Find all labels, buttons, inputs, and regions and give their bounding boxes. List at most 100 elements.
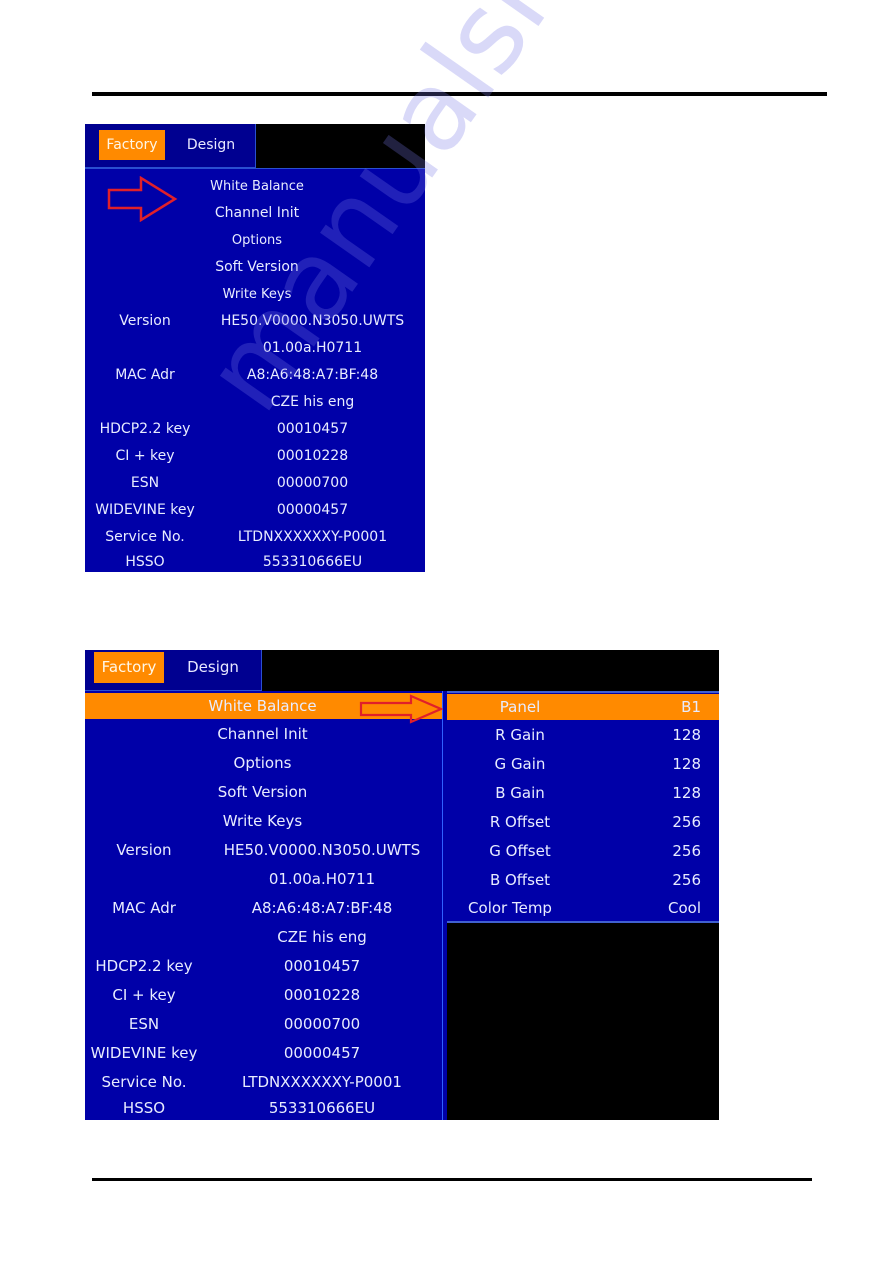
red-arrow-icon bbox=[359, 694, 443, 724]
info-value: 00000457 bbox=[276, 502, 349, 518]
info-label: CI + key bbox=[115, 448, 175, 464]
menu-item-options[interactable]: Options bbox=[85, 227, 425, 254]
info-value: 00010457 bbox=[283, 957, 361, 975]
info-value: HE50.V0000.N3050.UWTS bbox=[223, 841, 421, 859]
submenu-value: B1 bbox=[681, 698, 701, 716]
info-value: HE50.V0000.N3050.UWTS bbox=[220, 313, 405, 329]
info-row-version: Version HE50.V0000.N3050.UWTS bbox=[85, 836, 442, 865]
info-label: HSSO bbox=[122, 1099, 166, 1117]
menu-item-label: White Balance bbox=[208, 697, 317, 715]
tab-bar: Factory Design bbox=[85, 650, 262, 691]
info-label: HSSO bbox=[125, 554, 165, 570]
submenu-label: R Gain bbox=[495, 726, 545, 744]
tab-bar: Factory Design bbox=[85, 124, 256, 168]
info-row-esn: ESN 00000700 bbox=[85, 1010, 442, 1039]
tab-design[interactable]: Design bbox=[173, 652, 253, 683]
menu-item-label: Channel Init bbox=[214, 205, 300, 221]
submenu-value: 256 bbox=[672, 842, 701, 860]
menu-item-write-keys[interactable]: Write Keys bbox=[85, 281, 425, 308]
menu-item-channel-init[interactable]: Channel Init bbox=[85, 720, 442, 749]
submenu-label: B Offset bbox=[489, 871, 551, 889]
menu-item-options[interactable]: Options bbox=[85, 749, 442, 778]
tab-factory[interactable]: Factory bbox=[94, 652, 164, 683]
menu-item-write-keys[interactable]: Write Keys bbox=[85, 807, 442, 836]
info-value: 00010457 bbox=[276, 421, 349, 437]
info-row-service-no: Service No. LTDNXXXXXXY-P0001 bbox=[85, 524, 425, 551]
submenu-label: G Offset bbox=[489, 842, 551, 860]
submenu-label: R Offset bbox=[489, 813, 551, 831]
submenu-item-r-offset[interactable]: R Offset 256 bbox=[447, 808, 719, 837]
info-row-widevine: WIDEVINE key 00000457 bbox=[85, 1039, 442, 1068]
info-value: CZE his eng bbox=[277, 928, 367, 946]
info-value: 00000700 bbox=[276, 475, 349, 491]
info-value: 00010228 bbox=[283, 986, 361, 1004]
menu-item-label: Soft Version bbox=[217, 783, 308, 801]
submenu-item-b-gain[interactable]: B Gain 128 bbox=[447, 779, 719, 808]
submenu-item-g-offset[interactable]: G Offset 256 bbox=[447, 837, 719, 866]
submenu-item-b-offset[interactable]: B Offset 256 bbox=[447, 866, 719, 895]
info-row-language: CZE his eng bbox=[85, 389, 425, 416]
submenu-label: B Gain bbox=[495, 784, 545, 802]
info-label: Version bbox=[116, 841, 172, 859]
info-row-widevine: WIDEVINE key 00000457 bbox=[85, 497, 425, 524]
tab-design[interactable]: Design bbox=[173, 130, 249, 160]
info-row-hdcp: HDCP2.2 key 00010457 bbox=[85, 416, 425, 443]
info-row-mac: MAC Adr A8:A6:48:A7:BF:48 bbox=[85, 894, 442, 923]
submenu-value: 128 bbox=[672, 784, 701, 802]
info-value: A8:A6:48:A7:BF:48 bbox=[251, 899, 393, 917]
info-row-version-cont: 01.00a.H0711 bbox=[85, 335, 425, 362]
header-rule bbox=[92, 92, 827, 96]
info-row-version-cont: 01.00a.H0711 bbox=[85, 865, 442, 894]
info-row-ci-key: CI + key 00010228 bbox=[85, 981, 442, 1010]
submenu-value: 128 bbox=[672, 726, 701, 744]
info-label: CI + key bbox=[112, 986, 176, 1004]
submenu-value: 256 bbox=[672, 871, 701, 889]
tab-factory[interactable]: Factory bbox=[99, 130, 165, 160]
info-row-hsso: HSSO 553310666EU bbox=[85, 551, 425, 573]
factory-menu-screenshot-2: Factory Design White Balance Channel Ini… bbox=[85, 650, 719, 1120]
info-label: HDCP2.2 key bbox=[95, 957, 193, 975]
factory-menu-list: White Balance Channel Init Options Soft … bbox=[85, 691, 442, 1120]
menu-item-label: White Balance bbox=[210, 179, 304, 194]
menu-item-soft-version[interactable]: Soft Version bbox=[85, 778, 442, 807]
info-label: Version bbox=[119, 313, 171, 329]
menu-item-label: Options bbox=[231, 233, 283, 248]
info-label: HDCP2.2 key bbox=[99, 421, 191, 437]
submenu-label: Panel bbox=[499, 698, 541, 716]
info-row-hdcp: HDCP2.2 key 00010457 bbox=[85, 952, 442, 981]
info-label: Service No. bbox=[105, 529, 185, 545]
info-value: CZE his eng bbox=[270, 394, 355, 410]
info-row-version: Version HE50.V0000.N3050.UWTS bbox=[85, 308, 425, 335]
white-balance-submenu: Panel B1 R Gain 128 G Gain 128 B Gain 128 R … bbox=[447, 691, 719, 923]
info-value: 00000457 bbox=[283, 1044, 361, 1062]
submenu-value: 128 bbox=[672, 755, 701, 773]
submenu-value: Cool bbox=[668, 899, 701, 917]
info-row-hsso: HSSO 553310666EU bbox=[85, 1097, 442, 1120]
info-label: WIDEVINE key bbox=[90, 1044, 198, 1062]
info-value: 01.00a.H0711 bbox=[268, 870, 376, 888]
submenu-value: 256 bbox=[672, 813, 701, 831]
menu-item-label: Write Keys bbox=[222, 287, 292, 302]
submenu-label: G Gain bbox=[494, 755, 546, 773]
menu-item-label: Soft Version bbox=[215, 259, 299, 275]
info-value: LTDNXXXXXXY-P0001 bbox=[242, 1073, 402, 1091]
info-value: 553310666EU bbox=[262, 554, 363, 570]
info-label: ESN bbox=[128, 1015, 160, 1033]
submenu-item-g-gain[interactable]: G Gain 128 bbox=[447, 750, 719, 779]
info-value: 553310666EU bbox=[268, 1099, 376, 1117]
info-row-esn: ESN 00000700 bbox=[85, 470, 425, 497]
submenu-item-r-gain[interactable]: R Gain 128 bbox=[447, 721, 719, 750]
submenu-item-color-temp[interactable]: Color Temp Cool bbox=[447, 895, 719, 921]
menu-item-label: Write Keys bbox=[222, 812, 303, 830]
info-label: MAC Adr bbox=[115, 367, 175, 383]
info-value: LTDNXXXXXXY-P0001 bbox=[237, 529, 388, 545]
submenu-item-panel[interactable]: Panel B1 bbox=[447, 694, 719, 720]
info-label: Service No. bbox=[101, 1073, 187, 1091]
factory-menu-list: White Balance Channel Init Options Soft … bbox=[85, 168, 425, 572]
info-value: 00010228 bbox=[276, 448, 349, 464]
info-row-service-no: Service No. LTDNXXXXXXY-P0001 bbox=[85, 1068, 442, 1097]
menu-item-label: Options bbox=[233, 754, 292, 772]
menu-item-soft-version[interactable]: Soft Version bbox=[85, 254, 425, 281]
info-label: WIDEVINE key bbox=[95, 502, 195, 518]
info-value: A8:A6:48:A7:BF:48 bbox=[246, 367, 379, 383]
